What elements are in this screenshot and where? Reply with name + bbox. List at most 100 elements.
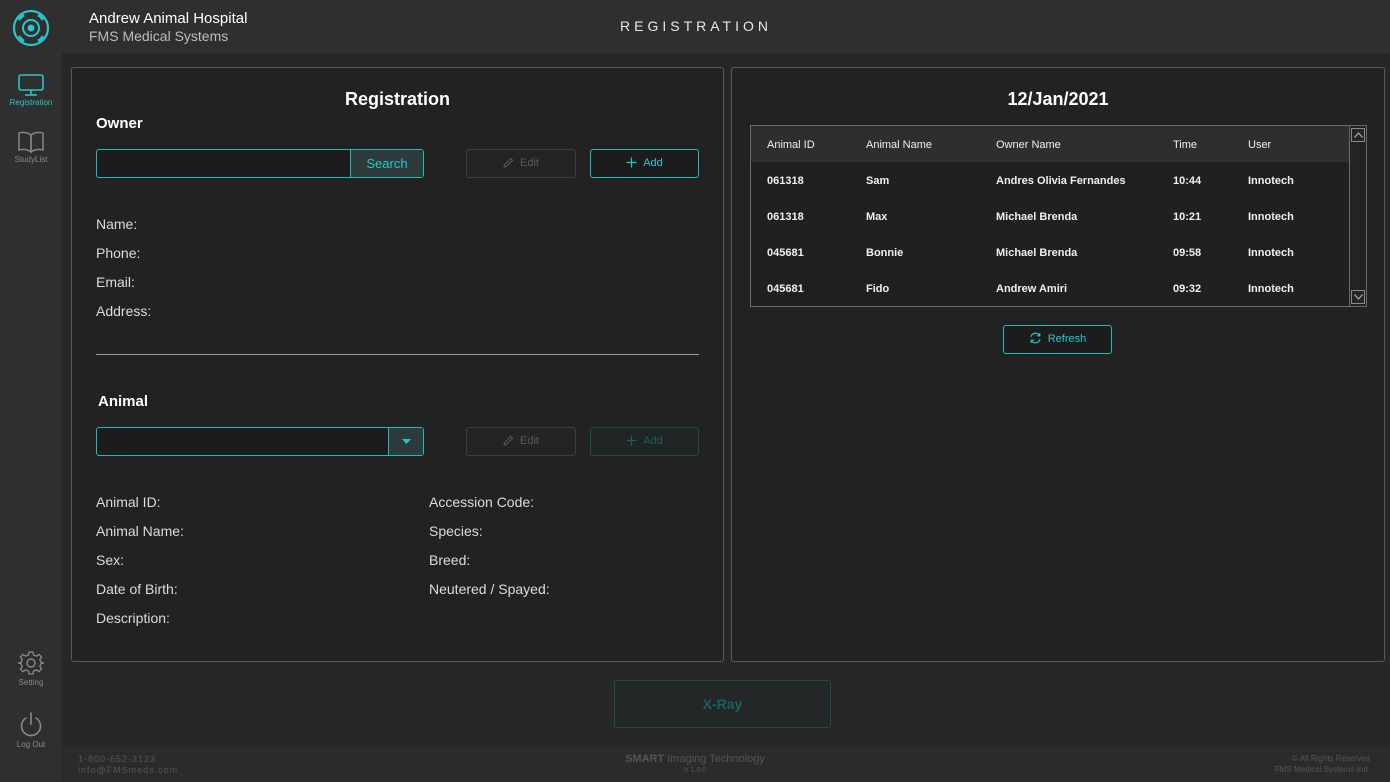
animal-section-title: Animal [98,393,149,410]
sidebar-item-label: Log Out [16,740,46,749]
cell-animal-id: 045681 [767,283,804,295]
owner-search-button[interactable]: Search [350,150,423,177]
neutered-spayed-label: Neutered / Spayed: [429,581,550,597]
column-header-owner-name[interactable]: Owner Name [996,139,1061,151]
owner-add-button[interactable]: Add [590,149,699,178]
cell-animal-id: 045681 [767,247,804,259]
column-header-time[interactable]: Time [1173,139,1197,151]
power-icon [20,712,42,737]
registration-title: Registration [344,89,450,109]
page-title: REGISTRATION [620,18,772,34]
sidebar-item-label: Setting [18,678,44,687]
cell-user: Innotech [1248,247,1294,259]
footer-rights: © All Rights Reserved [1292,754,1370,763]
owner-search-box: Search [96,149,424,178]
cell-time: 10:21 [1173,211,1202,223]
animal-name-label: Animal Name: [96,523,184,539]
animal-edit-label: Edit [520,435,539,447]
cell-animal-name: Fido [866,283,890,295]
footer-rights-text: All Rights Reserved [1299,754,1370,763]
footer-version: V 1.0.0 [683,767,707,774]
footer: 1-800-652-3123 info@FMSmeds.com SMART Im… [62,746,1390,782]
owner-edit-button[interactable]: Edit [466,149,576,178]
cell-animal-id: 061318 [767,211,804,223]
owner-section-title: Owner [96,115,143,132]
column-header-animal-id[interactable]: Animal ID [767,139,815,151]
owner-edit-label: Edit [520,157,539,169]
header: Andrew Animal Hospital FMS Medical Syste… [62,0,1390,53]
owner-search-input[interactable] [97,150,351,177]
animal-edit-button[interactable]: Edit [466,427,576,456]
cell-owner-name: Andrew Amiri [996,283,1068,295]
table-header: Animal ID Animal Name Owner Name Time Us… [751,126,1349,162]
table-scrollbar[interactable] [1349,126,1366,306]
table-row[interactable]: 045681 Bonnie Michael Brenda 09:58 Innot… [751,234,1349,270]
chevron-down-icon [1354,294,1363,300]
pencil-icon [503,435,514,446]
animal-add-label: Add [643,435,663,447]
cell-time: 09:32 [1173,283,1202,295]
sidebar-item-label: StudyList [14,155,48,164]
gear-icon [18,651,44,675]
study-table: Animal ID Animal Name Owner Name Time Us… [750,125,1367,307]
cell-animal-name: Bonnie [866,247,904,259]
table-row[interactable]: 045681 Fido Andrew Amiri 09:32 Innotech [751,270,1349,306]
cell-user: Innotech [1248,283,1294,295]
cell-owner-name: Andres Olivia Fernandes [996,175,1126,187]
species-label: Species: [429,523,483,539]
cell-owner-name: Michael Brenda [996,247,1078,259]
animal-dropdown-button[interactable] [388,428,423,455]
sidebar-item-registration[interactable]: Registration [0,74,62,107]
sex-label: Sex: [96,552,125,568]
logo-icon [12,9,50,47]
xray-button[interactable]: X-Ray [614,680,831,728]
owner-email-label: Email: [96,274,135,290]
sidebar-item-studylist[interactable]: StudyList [0,131,62,164]
scroll-up-button[interactable] [1351,128,1365,142]
section-divider [96,354,699,355]
table-row[interactable]: 061318 Sam Andres Olivia Fernandes 10:44… [751,162,1349,198]
scroll-down-button[interactable] [1351,290,1365,304]
owner-phone-label: Phone: [96,245,141,261]
caret-down-icon [402,439,411,444]
study-list-panel: 12/Jan/2021 Animal ID Animal Name Owner … [731,67,1385,662]
sidebar-item-logout[interactable]: Log Out [0,712,62,749]
animal-select[interactable] [96,427,424,456]
registration-panel: Registration Owner Search Edit Add Name:… [71,67,724,662]
pencil-icon [503,157,514,168]
animal-select-input[interactable] [97,428,387,455]
breed-label: Breed: [429,552,471,568]
owner-add-label: Add [643,157,663,169]
cell-time: 10:44 [1173,175,1202,187]
animal-id-label: Animal ID: [96,494,161,510]
column-header-user[interactable]: User [1248,139,1271,151]
footer-brand-rest: Imaging Technology [667,753,765,765]
cell-user: Innotech [1248,211,1294,223]
date-of-birth-label: Date of Birth: [96,581,178,597]
copyright-icon: © [1292,754,1298,763]
footer-brand-bold: SMART [625,753,665,765]
cell-animal-id: 061318 [767,175,804,187]
cell-owner-name: Michael Brenda [996,211,1078,223]
cell-user: Innotech [1248,175,1294,187]
monitor-icon [18,74,44,96]
chevron-up-icon [1354,132,1363,138]
refresh-button[interactable]: Refresh [1003,325,1112,354]
table-row[interactable]: 061318 Max Michael Brenda 10:21 Innotech [751,198,1349,234]
book-icon [18,131,44,153]
study-date: 12/Jan/2021 [1007,89,1109,109]
footer-rights-company: FMS Medical Systems Ind. [1274,765,1370,774]
description-label: Description: [96,610,170,626]
sidebar-item-setting[interactable]: Setting [0,650,62,687]
refresh-label: Refresh [1047,333,1087,345]
owner-name-label: Name: [96,216,138,232]
cell-time: 09:58 [1173,247,1202,259]
column-header-animal-name[interactable]: Animal Name [866,139,932,151]
sidebar-item-label: Registration [9,98,53,107]
owner-address-label: Address: [96,303,152,319]
footer-brand: SMART Imaging Technology [62,753,1328,765]
refresh-icon [1030,332,1041,344]
cell-animal-name: Max [866,211,888,223]
cell-animal-name: Sam [866,175,890,187]
animal-add-button[interactable]: Add [590,427,699,456]
